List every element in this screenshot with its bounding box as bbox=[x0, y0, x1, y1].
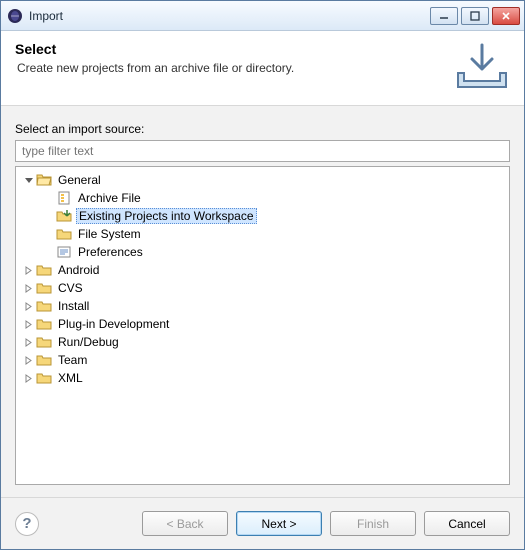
filter-label: Select an import source: bbox=[15, 122, 510, 136]
chevron-right-icon[interactable] bbox=[22, 282, 34, 294]
import-tree[interactable]: General Archive File Existing Projects i… bbox=[15, 166, 510, 485]
tree-item-android[interactable]: Android bbox=[16, 261, 509, 279]
wizard-footer: ? < Back Next > Finish Cancel bbox=[1, 497, 524, 549]
tree-item-existing-projects[interactable]: Existing Projects into Workspace bbox=[36, 207, 509, 225]
tree-item-xml[interactable]: XML bbox=[16, 369, 509, 387]
folder-icon bbox=[36, 298, 52, 314]
tree-label: Existing Projects into Workspace bbox=[76, 208, 257, 224]
tree-item-preferences[interactable]: Preferences bbox=[36, 243, 509, 261]
tree-label: Team bbox=[56, 353, 89, 367]
tree-item-general[interactable]: General bbox=[16, 171, 509, 189]
close-button[interactable] bbox=[492, 7, 520, 25]
window-title: Import bbox=[29, 9, 430, 23]
tree-label: Install bbox=[56, 299, 91, 313]
import-project-icon bbox=[56, 208, 72, 224]
folder-icon bbox=[36, 262, 52, 278]
tree-item-cvs[interactable]: CVS bbox=[16, 279, 509, 297]
chevron-right-icon[interactable] bbox=[22, 300, 34, 312]
wizard-body: Select an import source: General Archive… bbox=[1, 106, 524, 497]
eclipse-icon bbox=[7, 8, 23, 24]
chevron-down-icon[interactable] bbox=[22, 174, 34, 186]
chevron-right-icon[interactable] bbox=[22, 354, 34, 366]
wizard-header: Select Create new projects from an archi… bbox=[1, 31, 524, 106]
page-title: Select bbox=[15, 41, 446, 57]
tree-label: Run/Debug bbox=[56, 335, 121, 349]
folder-icon bbox=[36, 352, 52, 368]
archive-icon bbox=[56, 190, 72, 206]
tree-label: General bbox=[56, 173, 103, 187]
finish-button[interactable]: Finish bbox=[330, 511, 416, 536]
tree-label: File System bbox=[76, 227, 143, 241]
import-icon bbox=[454, 39, 510, 95]
titlebar[interactable]: Import bbox=[1, 1, 524, 31]
chevron-right-icon[interactable] bbox=[22, 372, 34, 384]
tree-item-install[interactable]: Install bbox=[16, 297, 509, 315]
help-button[interactable]: ? bbox=[15, 512, 39, 536]
folder-icon bbox=[36, 370, 52, 386]
maximize-button[interactable] bbox=[461, 7, 489, 25]
tree-item-team[interactable]: Team bbox=[16, 351, 509, 369]
minimize-button[interactable] bbox=[430, 7, 458, 25]
tree-item-file-system[interactable]: File System bbox=[36, 225, 509, 243]
tree-label: Android bbox=[56, 263, 101, 277]
tree-item-archive-file[interactable]: Archive File bbox=[36, 189, 509, 207]
folder-icon bbox=[36, 316, 52, 332]
chevron-right-icon[interactable] bbox=[22, 264, 34, 276]
folder-icon bbox=[36, 334, 52, 350]
tree-item-plugin-dev[interactable]: Plug-in Development bbox=[16, 315, 509, 333]
folder-icon bbox=[36, 280, 52, 296]
back-button[interactable]: < Back bbox=[142, 511, 228, 536]
tree-label: XML bbox=[56, 371, 85, 385]
tree-label: Preferences bbox=[76, 245, 145, 259]
chevron-right-icon[interactable] bbox=[22, 336, 34, 348]
window-controls bbox=[430, 7, 520, 25]
tree-label: Plug-in Development bbox=[56, 317, 171, 331]
next-button[interactable]: Next > bbox=[236, 511, 322, 536]
cancel-button[interactable]: Cancel bbox=[424, 511, 510, 536]
folder-icon bbox=[56, 226, 72, 242]
filter-input[interactable] bbox=[15, 140, 510, 162]
tree-label: Archive File bbox=[76, 191, 143, 205]
folder-open-icon bbox=[36, 172, 52, 188]
page-description: Create new projects from an archive file… bbox=[17, 61, 446, 75]
import-dialog: Import Select Create new projects from a… bbox=[0, 0, 525, 550]
preferences-icon bbox=[56, 244, 72, 260]
tree-label: CVS bbox=[56, 281, 85, 295]
chevron-right-icon[interactable] bbox=[22, 318, 34, 330]
tree-item-run-debug[interactable]: Run/Debug bbox=[16, 333, 509, 351]
